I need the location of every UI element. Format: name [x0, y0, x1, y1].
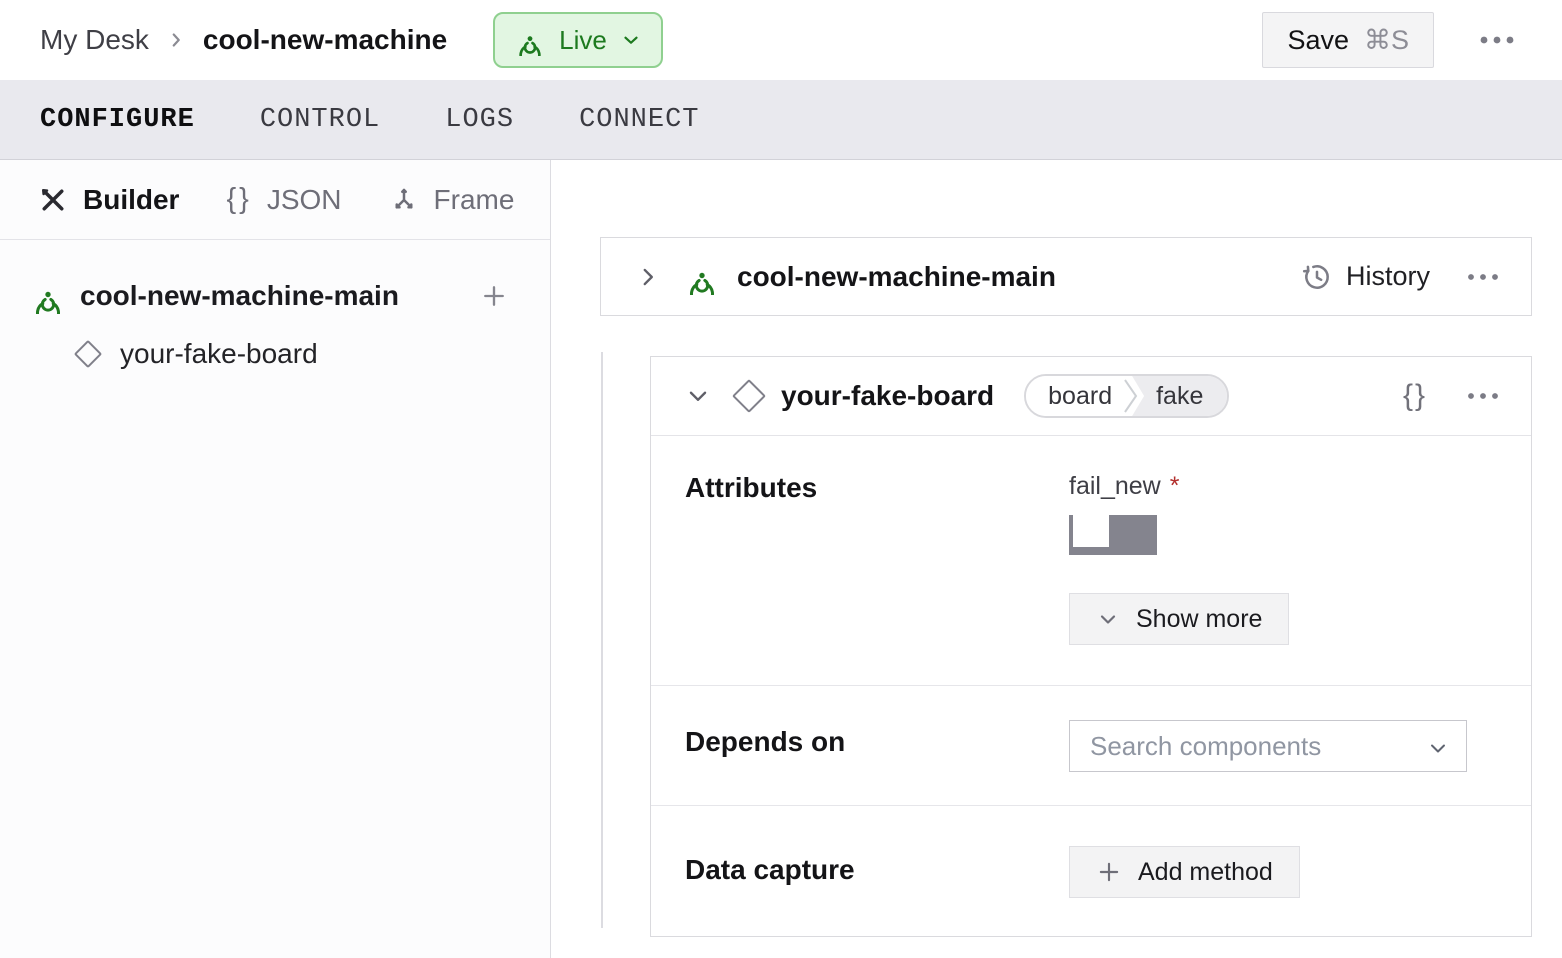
chevron-down-icon	[685, 383, 711, 409]
part-card-expand-button[interactable]	[629, 258, 667, 296]
attribute-field-label: fail_new *	[1069, 472, 1497, 501]
machine-part-icon	[684, 259, 720, 295]
sidebar-view-tabs: Builder {} JSON Frame	[0, 160, 550, 240]
component-type: board	[1026, 376, 1122, 416]
board-component-icon	[732, 379, 766, 413]
chevron-right-icon	[635, 264, 661, 290]
tab-configure[interactable]: CONFIGURE	[40, 105, 195, 135]
braces-icon: {}	[226, 183, 251, 216]
add-method-button[interactable]: Add method	[1069, 846, 1300, 898]
tools-icon	[38, 185, 68, 215]
depends-on-label: Depends on	[685, 720, 1069, 772]
component-type-badge: board fake	[1024, 374, 1229, 418]
machine-live-icon	[514, 24, 546, 56]
save-button[interactable]: Save ⌘S	[1262, 12, 1434, 68]
configure-sidebar: Builder {} JSON Frame	[0, 160, 551, 958]
chevron-down-icon	[620, 29, 642, 51]
board-component-icon	[74, 340, 102, 368]
view-tab-label: Frame	[434, 184, 515, 216]
plus-icon	[480, 282, 508, 310]
breadcrumb-root-link[interactable]: My Desk	[40, 24, 149, 56]
data-capture-section: Data capture Add method	[651, 806, 1531, 936]
component-card-menu-button[interactable]	[1461, 386, 1505, 406]
plus-icon	[1096, 859, 1122, 885]
depends-on-select[interactable]	[1069, 720, 1467, 772]
history-icon	[1301, 261, 1333, 293]
configure-main-panel: cool-new-machine-main History your-	[551, 160, 1562, 958]
live-status-dropdown[interactable]: Live	[493, 12, 663, 68]
tree-part-name: cool-new-machine-main	[80, 280, 399, 312]
save-label: Save	[1287, 25, 1349, 56]
part-card: cool-new-machine-main History	[600, 237, 1532, 316]
view-tab-json[interactable]: {} JSON	[226, 183, 341, 216]
more-options-button[interactable]	[1472, 29, 1522, 51]
tab-logs[interactable]: LOGS	[445, 105, 514, 135]
add-component-button[interactable]	[474, 276, 514, 316]
tree-item-part[interactable]: cool-new-machine-main	[30, 270, 550, 322]
history-label: History	[1346, 261, 1430, 292]
view-tab-builder[interactable]: Builder	[38, 184, 179, 216]
view-tab-label: JSON	[267, 184, 342, 216]
breadcrumb-separator-icon	[165, 29, 187, 51]
show-more-label: Show more	[1136, 605, 1262, 634]
attributes-section: Attributes fail_new * Show more	[651, 436, 1531, 686]
machine-nav-tabs: CONFIGURE CONTROL LOGS CONNECT	[0, 80, 1562, 160]
machine-tree: cool-new-machine-main your-fake-board	[0, 240, 550, 380]
frame-icon	[389, 185, 419, 215]
component-card-title: your-fake-board	[781, 380, 994, 412]
history-button[interactable]: History	[1301, 261, 1430, 293]
breadcrumb-current: cool-new-machine	[203, 24, 447, 56]
tab-connect[interactable]: CONNECT	[579, 105, 699, 135]
tree-component-name: your-fake-board	[120, 338, 318, 370]
tab-control[interactable]: CONTROL	[260, 105, 380, 135]
tree-connector-line	[601, 352, 603, 928]
data-capture-label: Data capture	[685, 846, 1069, 898]
search-components-input[interactable]	[1070, 721, 1466, 771]
part-card-menu-button[interactable]	[1461, 267, 1505, 287]
edit-json-button[interactable]: {}	[1403, 379, 1427, 413]
show-more-button[interactable]: Show more	[1069, 593, 1289, 645]
fail-new-toggle[interactable]	[1069, 515, 1157, 555]
add-method-label: Add method	[1138, 858, 1273, 887]
ellipsis-icon	[1467, 392, 1499, 400]
view-tab-label: Builder	[83, 184, 179, 216]
part-card-title: cool-new-machine-main	[737, 261, 1056, 293]
attributes-label: Attributes	[685, 472, 1069, 645]
depends-on-section: Depends on	[651, 686, 1531, 806]
machine-part-icon	[30, 278, 66, 314]
ellipsis-icon	[1467, 273, 1499, 281]
top-bar: My Desk cool-new-machine Live Save ⌘S	[0, 0, 1562, 80]
component-card-collapse-button[interactable]	[679, 377, 717, 415]
attribute-name: fail_new	[1069, 472, 1161, 501]
component-card: your-fake-board board fake {} Attributes	[650, 356, 1532, 937]
save-shortcut: ⌘S	[1364, 25, 1409, 56]
toggle-knob	[1073, 515, 1109, 547]
tree-item-component[interactable]: your-fake-board	[74, 328, 550, 380]
component-card-header: your-fake-board board fake {}	[651, 357, 1531, 436]
breadcrumb: My Desk cool-new-machine	[40, 24, 447, 56]
view-tab-frame[interactable]: Frame	[389, 184, 515, 216]
required-marker: *	[1170, 472, 1180, 501]
live-label: Live	[559, 25, 607, 56]
chevron-down-icon	[1096, 607, 1120, 631]
ellipsis-icon	[1478, 35, 1516, 45]
component-model: fake	[1132, 376, 1227, 416]
